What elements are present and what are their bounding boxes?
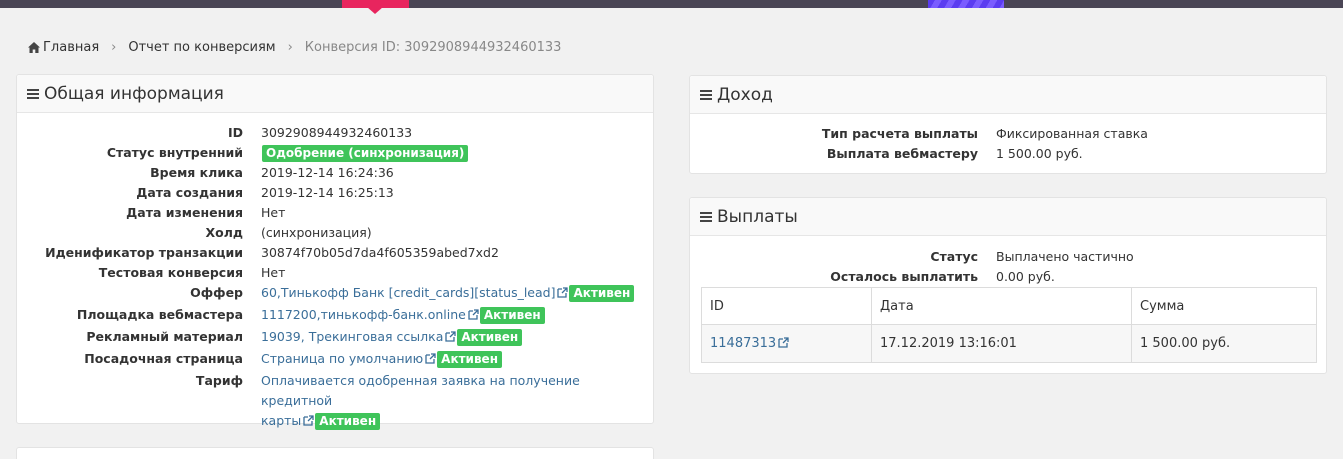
menu-icon — [27, 88, 39, 99]
external-link-icon[interactable] — [468, 309, 479, 320]
label-modified: Дата изменения — [126, 205, 243, 220]
column-header-id[interactable]: ID — [701, 287, 872, 325]
label-payment-status: Статус — [930, 249, 978, 264]
panel-header: Общая информация — [17, 75, 653, 113]
value-remaining: 0.00 руб. — [996, 269, 1055, 284]
label-offer: Оффер — [190, 285, 243, 300]
tariff-status-badge: Активен — [315, 413, 381, 430]
status-badge: Одобрение (синхронизация) — [262, 145, 469, 162]
tariff-link-cont[interactable]: карты — [261, 413, 301, 428]
external-link-icon[interactable] — [303, 415, 314, 426]
general-info-list: ID 3092908944932460133 Статус внутренний О… — [17, 123, 651, 431]
label-test: Тестовая конверсия — [98, 265, 243, 280]
label-calc-type: Тип расчета выплаты — [821, 126, 978, 141]
next-panel — [16, 447, 654, 459]
panel-title: Выплаты — [717, 206, 798, 227]
value-transaction: 30874f70b05d7da4f605359abed7xd2 — [261, 245, 499, 260]
payments-table: ID Дата Сумма 11487313 17.12.2019 13:16:… — [701, 287, 1317, 363]
landing-link[interactable]: Страница по умолчанию — [261, 351, 423, 366]
label-status-internal: Статус внутренний — [106, 145, 243, 160]
label-ad: Рекламный материал — [86, 329, 243, 344]
label-created: Дата создания — [136, 185, 243, 200]
landing-status-badge: Активен — [437, 351, 502, 368]
panel-header: Доход — [690, 76, 1326, 114]
ad-status-badge: Активен — [457, 329, 523, 346]
platform-status-badge: Активен — [479, 307, 545, 324]
offer-link[interactable]: 60,Тинькофф Банк [credit_cards][status_l… — [261, 285, 555, 300]
column-header-date[interactable]: Дата — [871, 287, 1132, 325]
label-remaining: Осталось выплатить — [830, 269, 978, 284]
value-modified: Нет — [261, 205, 286, 220]
menu-icon — [700, 89, 712, 100]
label-hold: Холд — [205, 225, 243, 240]
offer-status-badge: Активен — [569, 285, 635, 302]
label-transaction: Иденификатор транзакции — [45, 245, 243, 260]
breadcrumb-current: Конверсия ID: 3092908944932460133 — [304, 39, 562, 55]
value-created: 2019-12-14 16:25:13 — [261, 185, 394, 200]
breadcrumb-report[interactable]: Отчет по конверсиям — [128, 40, 275, 55]
label-platform: Площадка вебмастера — [76, 307, 243, 322]
home-icon — [28, 41, 40, 53]
tariff-link[interactable]: Оплачивается одобренная заявка на получе… — [261, 373, 580, 408]
payments-panel: Выплаты Статус Выплачено частично Осталос… — [689, 197, 1327, 374]
label-landing: Посадочная страница — [84, 351, 243, 366]
payments-list: Статус Выплачено частично Осталось выплат… — [690, 247, 1134, 287]
panel-title: Общая информация — [44, 83, 224, 104]
breadcrumb: Главная › Отчет по конверсиям › Конверси… — [16, 30, 1327, 64]
income-panel: Доход Тип расчета выплаты Фиксированная с… — [689, 75, 1327, 174]
general-info-panel: Общая информация ID 3092908944932460133 С… — [16, 74, 654, 430]
external-link-icon[interactable] — [778, 337, 789, 348]
value-test: Нет — [261, 265, 286, 280]
payment-id-link[interactable]: 11487313 — [710, 336, 776, 351]
top-nav-bar — [0, 0, 1343, 14]
ad-link[interactable]: 19039, Трекинговая ссылка — [261, 329, 443, 344]
value-id: 3092908944932460133 — [261, 125, 413, 140]
chevron-right-icon: › — [287, 39, 293, 55]
nav-decoration[interactable] — [928, 0, 1004, 8]
label-tariff: Тариф — [195, 373, 243, 388]
panel-header: Выплаты — [690, 198, 1326, 236]
income-list: Тип расчета выплаты Фиксированная ставка … — [690, 124, 1148, 164]
label-id: ID — [227, 125, 243, 140]
value-click-time: 2019-12-14 16:24:36 — [261, 165, 394, 180]
label-payout: Выплата вебмастеру — [826, 146, 978, 161]
value-payment-status: Выплачено частично — [996, 249, 1134, 264]
external-link-icon[interactable] — [557, 287, 569, 298]
payment-amount: 1 500.00 руб. — [1131, 324, 1317, 363]
label-click-time: Время клика — [150, 165, 243, 180]
value-hold: (синхронизация) — [261, 225, 372, 240]
table-row: 11487313 17.12.2019 13:16:01 1 500.00 ру… — [701, 324, 1317, 363]
column-header-amount[interactable]: Сумма — [1131, 287, 1317, 325]
breadcrumb-home[interactable]: Главная — [43, 40, 99, 55]
external-link-icon[interactable] — [425, 353, 436, 364]
panel-title: Доход — [717, 84, 773, 105]
value-payout: 1 500.00 руб. — [996, 146, 1083, 161]
menu-icon — [700, 211, 712, 222]
external-link-icon[interactable] — [445, 331, 457, 342]
platform-link[interactable]: 1117200,тинькофф-банк.online — [261, 307, 466, 322]
payment-date: 17.12.2019 13:16:01 — [871, 324, 1132, 363]
active-nav-arrow — [367, 7, 383, 14]
chevron-right-icon: › — [111, 39, 117, 55]
value-calc-type: Фиксированная ставка — [996, 126, 1148, 141]
